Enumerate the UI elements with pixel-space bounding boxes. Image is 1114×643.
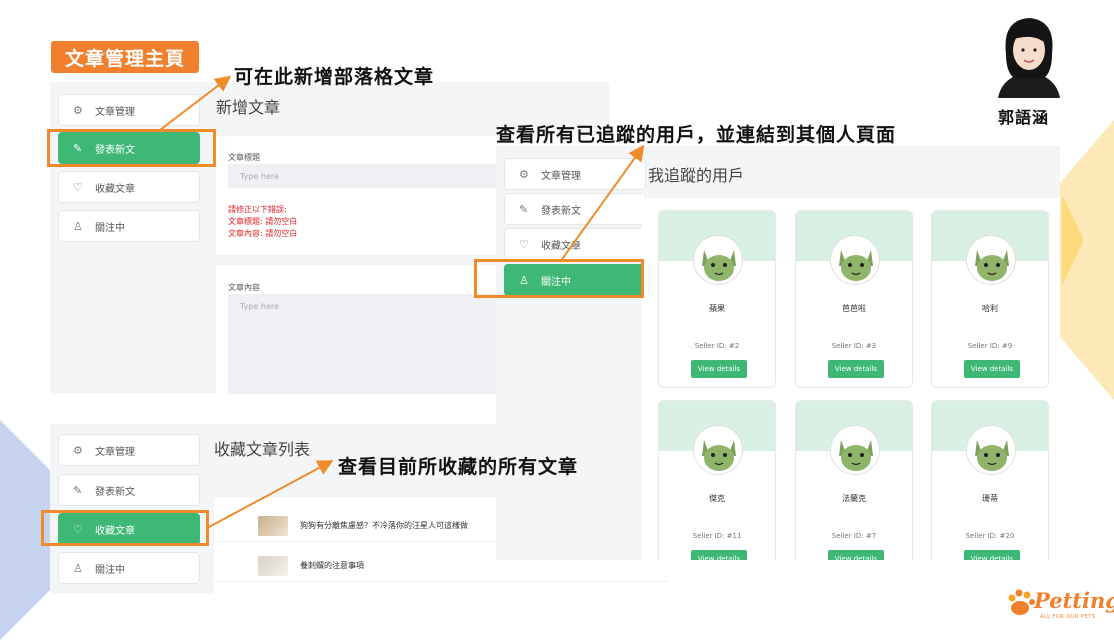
article-thumbnail bbox=[258, 516, 288, 536]
heart-icon: ♡ bbox=[519, 237, 529, 251]
user-card: 蘋果 Seller ID: #2 View details bbox=[658, 210, 776, 388]
error-line: 文章標題: 請勿空白 bbox=[228, 217, 298, 226]
error-line: 請修正以下錯誤: bbox=[228, 205, 287, 214]
cat-avatar-icon bbox=[693, 425, 743, 475]
sidebar-item-article-manage[interactable]: ⚙ 文章管理 bbox=[58, 94, 200, 126]
sidebar-item-favorites[interactable]: ♡ 收藏文章 bbox=[504, 228, 646, 260]
user-follow-icon: ♙ bbox=[73, 219, 83, 233]
page-title: 我追蹤的用戶 bbox=[648, 166, 745, 185]
gear-icon: ⚙ bbox=[73, 443, 83, 457]
cat-avatar-icon bbox=[830, 425, 880, 475]
user-card: 法蘭克 Seller ID: #7 View details bbox=[795, 400, 913, 560]
following-panel: ⚙ 文章管理 ✎ 發表新文 ♡ 收藏文章 ♙ 關注中 我追蹤的用戶 蘋果 Sel… bbox=[496, 146, 1060, 560]
view-details-button[interactable]: View details bbox=[691, 360, 747, 378]
cat-avatar-icon bbox=[966, 235, 1016, 285]
seller-id: Seller ID: #2 bbox=[694, 342, 740, 350]
seller-id: Seller ID: #7 bbox=[831, 532, 877, 540]
view-details-button[interactable]: View details bbox=[828, 360, 884, 378]
presenter-photo bbox=[992, 14, 1066, 98]
page-title: 新增文章 bbox=[216, 98, 281, 117]
user-name: 珊蒂 bbox=[982, 494, 998, 503]
sidebar-item-following[interactable]: ♙ 關注中 bbox=[58, 210, 200, 242]
page-title: 收藏文章列表 bbox=[214, 440, 311, 459]
sidebar-item-label: 關注中 bbox=[95, 564, 125, 576]
user-name: 哈利 bbox=[982, 304, 998, 313]
user-name: 蘋果 bbox=[709, 304, 725, 313]
article-thumbnail bbox=[258, 556, 288, 576]
sidebar-item-label: 文章管理 bbox=[541, 170, 581, 182]
sidebar-item-article-manage[interactable]: ⚙ 文章管理 bbox=[58, 434, 200, 466]
seller-id: Seller ID: #3 bbox=[831, 342, 877, 350]
highlight-favorites bbox=[41, 510, 209, 546]
user-follow-icon: ♙ bbox=[73, 561, 83, 575]
callout-new-post: 可在此新增部落格文章 bbox=[234, 66, 435, 88]
user-card: 傑克 Seller ID: #11 View details bbox=[658, 400, 776, 560]
article-title: 狗狗有分離焦慮感？不冷落你的汪星人可這樣做 bbox=[300, 521, 468, 530]
user-name: 法蘭克 bbox=[842, 494, 866, 503]
user-name: 傑克 bbox=[709, 494, 725, 503]
sidebar-item-label: 文章管理 bbox=[95, 106, 135, 118]
sidebar-item-label: 發表新文 bbox=[541, 205, 581, 217]
callout-favorites: 查看目前所收藏的所有文章 bbox=[338, 456, 579, 478]
pencil-icon: ✎ bbox=[519, 202, 529, 216]
user-name: 芭芭啦 bbox=[842, 304, 866, 313]
highlight-following bbox=[474, 259, 644, 298]
sidebar-item-article-manage[interactable]: ⚙ 文章管理 bbox=[504, 158, 646, 190]
pencil-icon: ✎ bbox=[73, 483, 83, 497]
view-details-button[interactable]: View details bbox=[691, 550, 747, 560]
cat-avatar-icon bbox=[966, 425, 1016, 475]
brand-logo-text: Petting bbox=[1034, 588, 1114, 613]
content-label: 文章內容 bbox=[228, 283, 260, 292]
gear-icon: ⚙ bbox=[519, 167, 529, 181]
sidebar-item-new-post[interactable]: ✎ 發表新文 bbox=[58, 474, 200, 506]
seller-id: Seller ID: #20 bbox=[965, 532, 1015, 540]
seller-id: Seller ID: #9 bbox=[967, 342, 1013, 350]
view-details-button[interactable]: View details bbox=[828, 550, 884, 560]
view-details-button[interactable]: View details bbox=[964, 550, 1020, 560]
title-label: 文章標題 bbox=[228, 153, 260, 162]
sidebar-item-label: 發表新文 bbox=[95, 486, 135, 498]
error-line: 文章內容: 請勿空白 bbox=[228, 229, 298, 238]
gear-icon: ⚙ bbox=[73, 103, 83, 117]
sidebar-item-label: 收藏文章 bbox=[541, 240, 581, 252]
sidebar-item-new-post[interactable]: ✎ 發表新文 bbox=[504, 193, 646, 225]
cat-avatar-icon bbox=[830, 235, 880, 285]
following-grid: 蘋果 Seller ID: #2 View details 芭芭啦 Seller… bbox=[642, 198, 1060, 560]
heart-icon: ♡ bbox=[73, 180, 83, 194]
highlight-new-post bbox=[47, 129, 216, 167]
article-title: 養刺蝟的注意事項 bbox=[300, 561, 364, 570]
sidebar-item-following[interactable]: ♙ 關注中 bbox=[58, 552, 200, 584]
sidebar-item-favorites[interactable]: ♡ 收藏文章 bbox=[58, 171, 200, 203]
seller-id: Seller ID: #11 bbox=[692, 532, 742, 540]
user-card: 芭芭啦 Seller ID: #3 View details bbox=[795, 210, 913, 388]
view-details-button[interactable]: View details bbox=[964, 360, 1020, 378]
callout-following: 查看所有已追蹤的用戶，並連結到其個人頁面 bbox=[496, 124, 897, 146]
user-card: 珊蒂 Seller ID: #20 View details bbox=[931, 400, 1049, 560]
cat-avatar-icon bbox=[693, 235, 743, 285]
slide-title-tag: 文章管理主頁 bbox=[51, 41, 199, 73]
sidebar-item-label: 文章管理 bbox=[95, 446, 135, 458]
brand-tagline: ALL FOR OUR PETS bbox=[1040, 614, 1096, 620]
decor-triangle-right-small bbox=[1062, 195, 1084, 285]
sidebar-item-label: 收藏文章 bbox=[95, 183, 135, 195]
user-card: 哈利 Seller ID: #9 View details bbox=[931, 210, 1049, 388]
presenter-name: 郭語涵 bbox=[998, 108, 1050, 127]
sidebar-item-label: 關注中 bbox=[95, 222, 125, 234]
